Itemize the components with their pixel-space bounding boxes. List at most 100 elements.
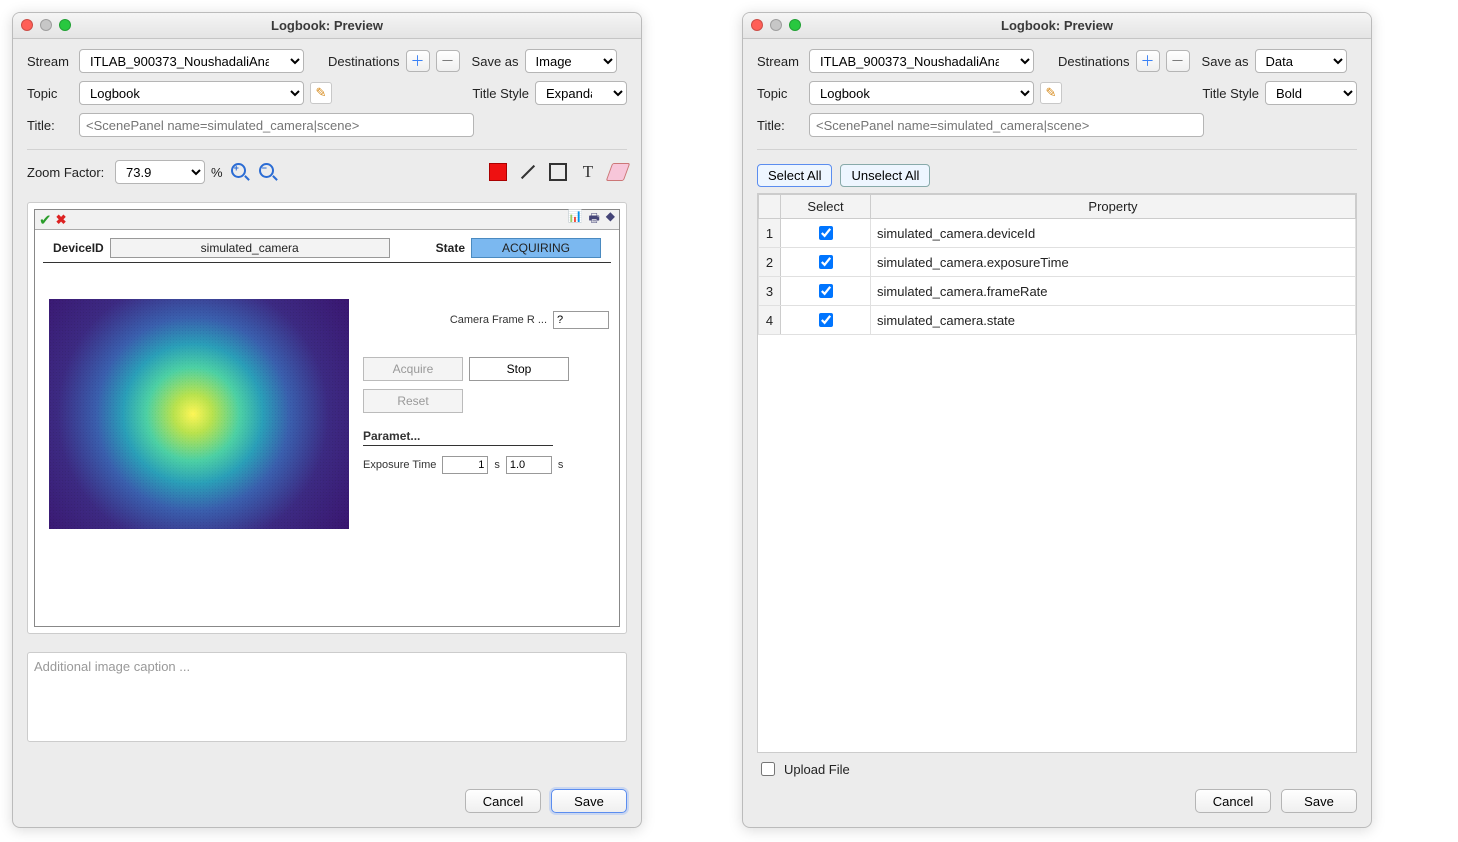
destinations-label: Destinations: [1058, 54, 1130, 69]
frame-rate-label: Camera Frame R ...: [450, 314, 547, 326]
scene-panel: ✔ ✖ 📊 🖶 ◆ DeviceID simulated_camera Stat…: [34, 209, 620, 627]
histogram-icon[interactable]: 📊: [567, 209, 582, 230]
row-property: simulated_camera.state: [871, 306, 1356, 335]
line-tool-icon[interactable]: [519, 163, 537, 181]
eraser-tool-icon[interactable]: [609, 163, 627, 181]
title-input[interactable]: [809, 113, 1204, 137]
cancel-button[interactable]: Cancel: [1195, 789, 1271, 813]
state-value: ACQUIRING: [471, 238, 601, 258]
row-property: simulated_camera.frameRate: [871, 277, 1356, 306]
close-window-button[interactable]: [21, 19, 33, 31]
exposure-input-2[interactable]: [506, 456, 552, 474]
zoom-factor-select[interactable]: 73.9: [115, 160, 205, 184]
titlebar: Logbook: Preview: [13, 13, 641, 39]
properties-table: Select Property 1 simulated_camera.device…: [758, 194, 1356, 335]
topic-select[interactable]: Logbook: [809, 81, 1034, 105]
stream-select[interactable]: ITLAB_900373_NoushadaliAnakkappal: [809, 49, 1034, 73]
row-index: 4: [759, 306, 781, 335]
edit-topic-icon[interactable]: ✎: [1040, 82, 1062, 104]
save-button[interactable]: Save: [1281, 789, 1357, 813]
save-as-select[interactable]: Image: [525, 49, 617, 73]
minimize-window-button[interactable]: [40, 19, 52, 31]
zoom-window-button[interactable]: [59, 19, 71, 31]
title-style-select[interactable]: Bold: [1265, 81, 1357, 105]
table-row: 4 simulated_camera.state: [759, 306, 1356, 335]
row-index: 2: [759, 248, 781, 277]
caption-textarea[interactable]: Additional image caption ...: [27, 652, 627, 742]
preview-canvas: ✔ ✖ 📊 🖶 ◆ DeviceID simulated_camera Stat…: [27, 202, 627, 634]
row-property: simulated_camera.exposureTime: [871, 248, 1356, 277]
row-select-checkbox[interactable]: [819, 284, 833, 298]
unselect-all-button[interactable]: Unselect All: [840, 164, 930, 187]
exposure-label: Exposure Time: [363, 459, 436, 471]
logbook-preview-data-window: Logbook: Preview Stream ITLAB_900373_Nou…: [742, 12, 1372, 828]
row-select-checkbox[interactable]: [819, 313, 833, 327]
title-label: Title:: [757, 118, 803, 133]
exposure-unit-2: s: [558, 459, 564, 471]
topic-label: Topic: [27, 86, 73, 101]
text-tool-icon[interactable]: T: [579, 163, 597, 181]
percent-label: %: [211, 165, 223, 180]
save-button[interactable]: Save: [551, 789, 627, 813]
add-destination-button[interactable]: ＋: [406, 50, 430, 72]
select-all-button[interactable]: Select All: [757, 164, 832, 187]
camera-image: [49, 299, 349, 529]
zoom-in-icon[interactable]: +: [229, 161, 251, 183]
title-style-select[interactable]: Expandable: [535, 81, 627, 105]
discard-icon[interactable]: ✖: [56, 212, 67, 228]
apply-icon[interactable]: ✔: [39, 211, 52, 229]
rect-tool-icon[interactable]: [549, 163, 567, 181]
property-header: Property: [871, 195, 1356, 219]
remove-destination-button[interactable]: －: [436, 50, 460, 72]
zoom-factor-label: Zoom Factor:: [27, 165, 109, 180]
state-label: State: [436, 241, 465, 255]
topic-select[interactable]: Logbook: [79, 81, 304, 105]
parameters-heading: Paramet...: [363, 429, 553, 446]
table-row: 3 simulated_camera.frameRate: [759, 277, 1356, 306]
fill-rect-tool-icon[interactable]: [489, 163, 507, 181]
device-id-value: simulated_camera: [110, 238, 390, 258]
exposure-unit: s: [494, 459, 500, 471]
cancel-button[interactable]: Cancel: [465, 789, 541, 813]
stop-button[interactable]: Stop: [469, 357, 569, 381]
zoom-out-icon[interactable]: −: [257, 161, 279, 183]
acquire-button[interactable]: Acquire: [363, 357, 463, 381]
row-index: 1: [759, 219, 781, 248]
title-input[interactable]: [79, 113, 474, 137]
logbook-preview-image-window: Logbook: Preview Stream ITLAB_900373_Nou…: [12, 12, 642, 828]
title-label: Title:: [27, 118, 73, 133]
topic-label: Topic: [757, 86, 803, 101]
title-style-label: Title Style: [472, 86, 529, 101]
frame-rate-input[interactable]: [553, 311, 609, 329]
reset-button[interactable]: Reset: [363, 389, 463, 413]
device-id-label: DeviceID: [53, 241, 104, 255]
stream-label: Stream: [757, 54, 803, 69]
zoom-window-button[interactable]: [789, 19, 801, 31]
upload-file-label: Upload File: [784, 762, 850, 777]
save-as-label: Save as: [1202, 54, 1249, 69]
row-property: simulated_camera.deviceId: [871, 219, 1356, 248]
row-select-checkbox[interactable]: [819, 226, 833, 240]
select-header: Select: [781, 195, 871, 219]
stream-label: Stream: [27, 54, 73, 69]
minimize-window-button[interactable]: [770, 19, 782, 31]
print-icon[interactable]: 🖶: [588, 209, 599, 230]
remove-destination-button[interactable]: －: [1166, 50, 1190, 72]
title-style-label: Title Style: [1202, 86, 1259, 101]
row-select-checkbox[interactable]: [819, 255, 833, 269]
properties-table-wrap: Select Property 1 simulated_camera.device…: [757, 193, 1357, 753]
titlebar: Logbook: Preview: [743, 13, 1371, 39]
table-row: 1 simulated_camera.deviceId: [759, 219, 1356, 248]
save-as-label: Save as: [472, 54, 519, 69]
add-destination-button[interactable]: ＋: [1136, 50, 1160, 72]
stream-select[interactable]: ITLAB_900373_NoushadaliAnakkappal: [79, 49, 304, 73]
table-row: 2 simulated_camera.exposureTime: [759, 248, 1356, 277]
upload-file-checkbox[interactable]: [761, 762, 775, 776]
exposure-input[interactable]: [442, 456, 488, 474]
settings-gem-icon[interactable]: ◆: [606, 209, 615, 230]
window-title: Logbook: Preview: [1001, 18, 1113, 33]
edit-topic-icon[interactable]: ✎: [310, 82, 332, 104]
close-window-button[interactable]: [751, 19, 763, 31]
row-index: 3: [759, 277, 781, 306]
save-as-select[interactable]: Data: [1255, 49, 1347, 73]
